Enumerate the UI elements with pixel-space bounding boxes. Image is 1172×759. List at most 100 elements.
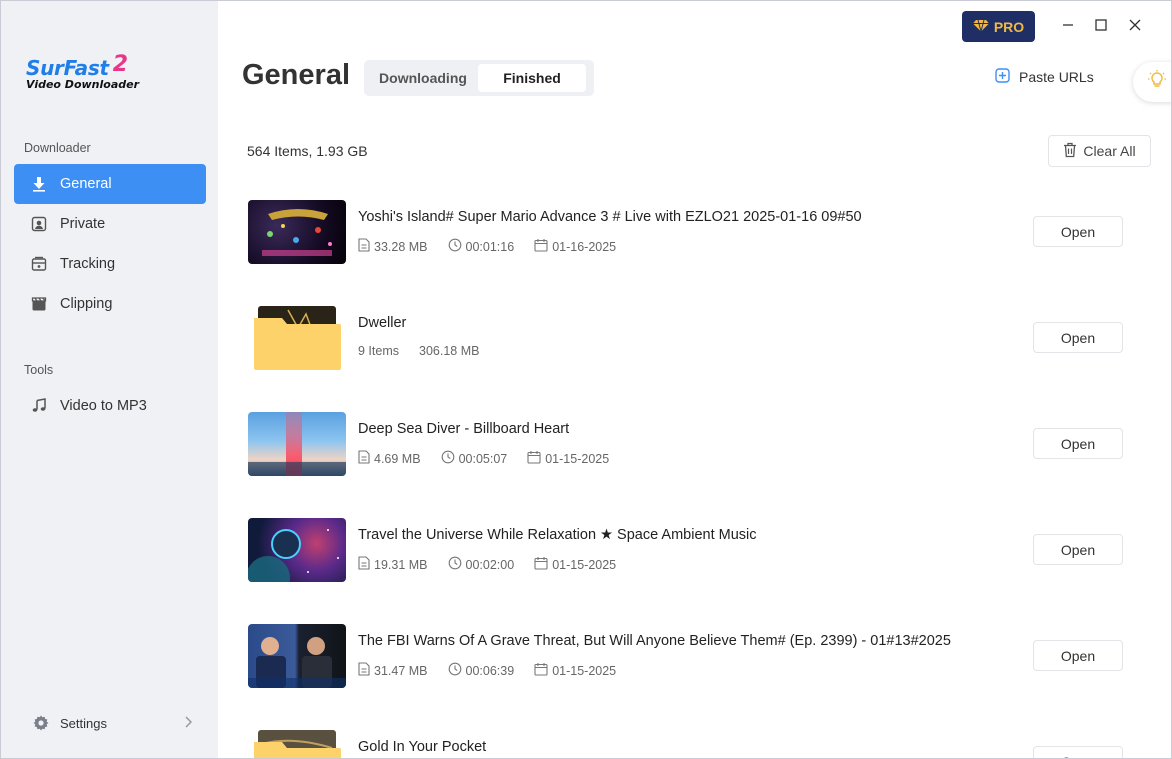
list-summary: 564 Items, 1.93 GB bbox=[247, 143, 368, 159]
duration: 00:05:07 bbox=[441, 450, 507, 467]
clock-icon bbox=[448, 238, 466, 255]
calendar-icon bbox=[534, 662, 552, 679]
app-logo: SurFast 2 Video Downloader bbox=[26, 52, 140, 92]
file-icon bbox=[358, 556, 374, 573]
settings-label: Settings bbox=[60, 715, 107, 731]
sidebar-item-label: General bbox=[60, 176, 112, 192]
calendar-icon bbox=[534, 238, 552, 255]
gear-icon bbox=[32, 714, 50, 732]
tab-bar: Downloading Finished bbox=[364, 60, 594, 96]
list-item: Dweller 9 Items 306.18 MB Open bbox=[248, 306, 1128, 372]
duration: 00:06:39 bbox=[448, 662, 514, 679]
clear-all-button[interactable]: Clear All bbox=[1048, 135, 1151, 167]
calendar-icon bbox=[527, 450, 545, 467]
item-meta: 9 Items 306.18 MB bbox=[358, 344, 499, 358]
clock-icon bbox=[448, 662, 466, 679]
maximize-button[interactable] bbox=[1091, 15, 1111, 35]
private-icon bbox=[30, 215, 48, 233]
sidebar-item-private[interactable]: Private bbox=[14, 204, 206, 244]
open-button[interactable]: Open bbox=[1033, 428, 1123, 459]
sidebar-item-label: Tracking bbox=[60, 256, 116, 272]
item-meta: 4.69 MB 00:05:07 01-15-2025 bbox=[358, 450, 629, 467]
file-size: 33.28 MB bbox=[358, 238, 428, 255]
logo-subtitle: Video Downloader bbox=[26, 78, 140, 91]
file-icon bbox=[358, 450, 374, 467]
duration: 00:02:00 bbox=[448, 556, 514, 573]
paste-urls-label: Paste URLs bbox=[1019, 69, 1094, 85]
sidebar-item-video-to-mp3[interactable]: Video to MP3 bbox=[14, 386, 206, 426]
video-thumbnail bbox=[248, 412, 346, 476]
minimize-button[interactable] bbox=[1058, 15, 1078, 35]
item-meta: 31.47 MB 00:06:39 01-15-2025 bbox=[358, 662, 636, 679]
open-button[interactable]: Open bbox=[1033, 216, 1123, 247]
file-icon bbox=[358, 662, 374, 679]
open-button[interactable]: Open bbox=[1033, 640, 1123, 671]
item-title: Yoshi's Island# Super Mario Advance 3 # … bbox=[358, 209, 862, 225]
item-title: Dweller bbox=[358, 315, 407, 331]
list-item: Deep Sea Diver - Billboard Heart 4.69 MB… bbox=[248, 412, 1128, 478]
plus-square-icon bbox=[995, 68, 1019, 86]
tracking-icon bbox=[30, 255, 48, 273]
main-panel: PRO General Downloading Finished Paste U… bbox=[218, 1, 1171, 758]
duration: 00:01:16 bbox=[448, 238, 514, 255]
sidebar-item-clipping[interactable]: Clipping bbox=[14, 284, 206, 324]
sidebar-item-general[interactable]: General bbox=[14, 164, 206, 204]
sidebar-item-label: Private bbox=[60, 216, 106, 232]
paste-urls-button[interactable]: Paste URLs bbox=[995, 68, 1094, 86]
clock-icon bbox=[448, 556, 466, 573]
item-title: Deep Sea Diver - Billboard Heart bbox=[358, 421, 570, 437]
file-size: 4.69 MB bbox=[358, 450, 421, 467]
close-button[interactable] bbox=[1125, 15, 1145, 35]
date: 01-15-2025 bbox=[534, 662, 616, 679]
item-title: The FBI Warns Of A Grave Threat, But Wil… bbox=[358, 633, 951, 649]
pro-button[interactable]: PRO bbox=[962, 11, 1035, 42]
settings-button[interactable]: Settings bbox=[32, 712, 193, 734]
diamond-icon bbox=[972, 19, 994, 35]
clear-all-label: Clear All bbox=[1083, 143, 1136, 159]
section-label-downloader: Downloader bbox=[24, 141, 91, 155]
clipping-icon bbox=[30, 295, 48, 313]
logo-name: SurFast bbox=[26, 56, 109, 80]
video-thumbnail bbox=[248, 518, 346, 582]
file-size: 19.31 MB bbox=[358, 556, 428, 573]
chevron-right-icon bbox=[184, 715, 193, 731]
item-count: 9 Items bbox=[358, 344, 399, 358]
clock-icon bbox=[441, 450, 459, 467]
list-item: Travel the Universe While Relaxation ★ S… bbox=[248, 518, 1128, 584]
section-label-tools: Tools bbox=[24, 363, 54, 377]
trash-icon bbox=[1063, 142, 1083, 161]
tab-downloading[interactable]: Downloading bbox=[368, 64, 478, 92]
date: 01-16-2025 bbox=[534, 238, 616, 255]
item-title: Gold In Your Pocket bbox=[358, 739, 487, 755]
tab-finished[interactable]: Finished bbox=[478, 64, 586, 92]
music-note-icon bbox=[30, 397, 48, 415]
page-title: General bbox=[242, 59, 350, 91]
sidebar-item-label: Clipping bbox=[60, 296, 113, 312]
app-window: SurFast 2 Video Downloader Downloader Ge… bbox=[0, 0, 1172, 759]
date: 01-15-2025 bbox=[527, 450, 609, 467]
sidebar-item-label: Video to MP3 bbox=[60, 398, 147, 414]
lightbulb-icon bbox=[1148, 69, 1166, 95]
file-size: 31.47 MB bbox=[358, 662, 428, 679]
list-item: The FBI Warns Of A Grave Threat, But Wil… bbox=[248, 624, 1128, 690]
open-button[interactable]: Open bbox=[1033, 322, 1123, 353]
folder-thumbnail bbox=[248, 306, 346, 370]
item-title: Travel the Universe While Relaxation ★ S… bbox=[358, 527, 757, 543]
sidebar-item-tracking[interactable]: Tracking bbox=[14, 244, 206, 284]
file-icon bbox=[358, 238, 374, 255]
item-meta: 19.31 MB 00:02:00 01-15-2025 bbox=[358, 556, 636, 573]
open-button[interactable]: Open bbox=[1033, 534, 1123, 565]
download-icon bbox=[30, 175, 48, 193]
folder-thumbnail bbox=[248, 730, 346, 758]
pro-label: PRO bbox=[993, 18, 1025, 35]
open-button[interactable]: Open bbox=[1033, 746, 1123, 758]
tips-button[interactable] bbox=[1133, 62, 1171, 102]
video-thumbnail bbox=[248, 200, 346, 264]
list-item: Gold In Your Pocket Open bbox=[248, 730, 1128, 758]
list-item: Yoshi's Island# Super Mario Advance 3 # … bbox=[248, 200, 1128, 266]
video-thumbnail bbox=[248, 624, 346, 688]
file-size: 306.18 MB bbox=[419, 344, 480, 358]
calendar-icon bbox=[534, 556, 552, 573]
sidebar: SurFast 2 Video Downloader Downloader Ge… bbox=[1, 1, 218, 758]
logo-version: 2 bbox=[112, 52, 129, 77]
